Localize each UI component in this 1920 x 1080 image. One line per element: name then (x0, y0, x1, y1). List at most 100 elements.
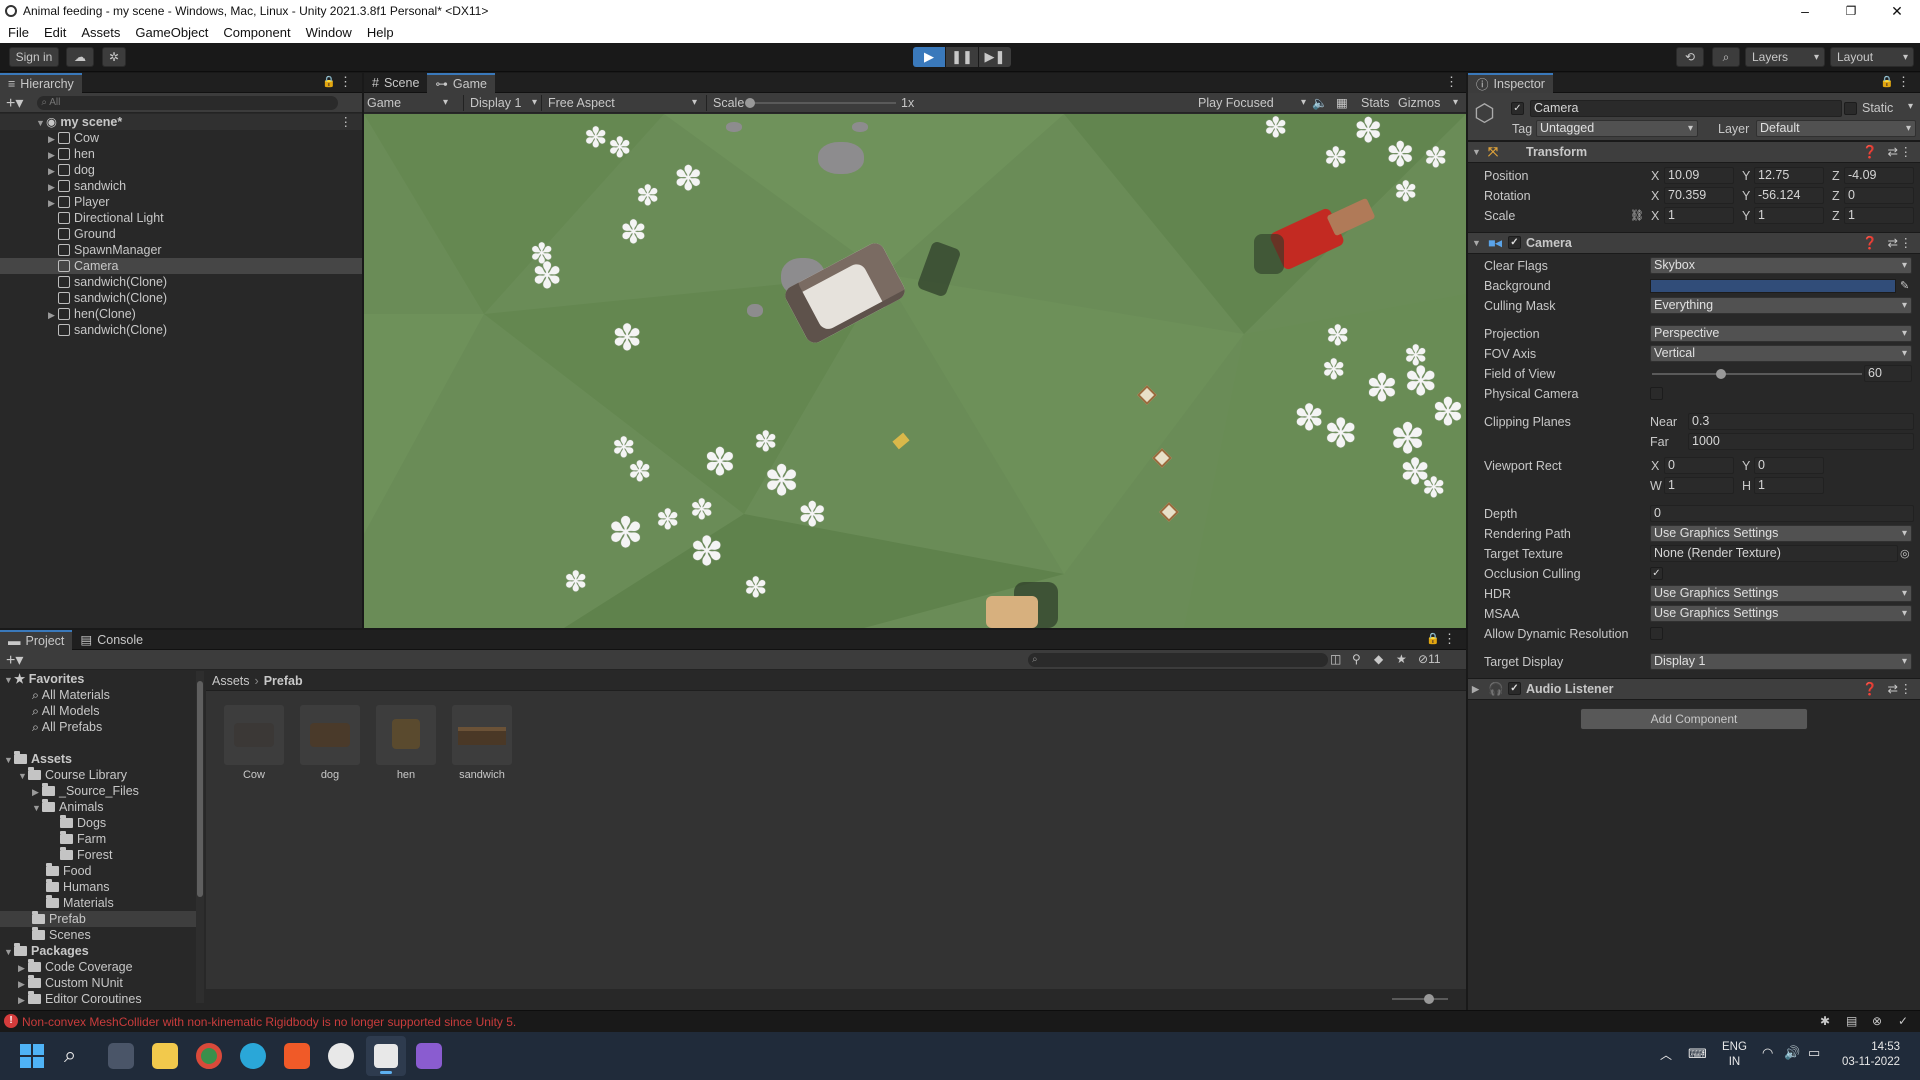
static-checkbox[interactable] (1844, 102, 1857, 115)
fov-axis-dropdown[interactable]: Vertical (1650, 345, 1912, 362)
breadcrumb-assets[interactable]: Assets (212, 674, 250, 688)
occlusion-culling-checkbox[interactable]: ✓ (1650, 567, 1663, 580)
chevron-right-icon[interactable]: ▶ (48, 307, 58, 323)
breadcrumb-prefab[interactable]: Prefab (264, 674, 303, 688)
depth-field[interactable]: 0 (1650, 505, 1914, 522)
scale-x-field[interactable]: 1 (1664, 207, 1734, 224)
game-render-view[interactable]: ✽ ✽ ✽ ✽ ✽ ✽ ✽ ✽ ✽ ✽ ✽ ✽ ✽ ✽ ✽ ✽ ✽ ✽ ✽ ✽ … (364, 114, 1466, 628)
more-icon[interactable]: ⋮ (1445, 74, 1458, 90)
folder-row[interactable]: Farm (0, 831, 196, 847)
background-color-swatch[interactable] (1650, 279, 1896, 293)
windows-start-icon[interactable] (20, 1044, 44, 1068)
unity-hub-icon[interactable] (328, 1043, 354, 1069)
far-field[interactable]: 1000 (1688, 433, 1914, 450)
asset-tile[interactable]: sandwich (452, 705, 512, 781)
scene-row[interactable]: ▼◉ my scene* ⋮ (0, 114, 362, 130)
chevron-right-icon[interactable]: ▶ (48, 179, 58, 195)
position-y-field[interactable]: 12.75 (1754, 167, 1824, 184)
hierarchy-item[interactable]: SpawnManager (0, 242, 362, 258)
position-x-field[interactable]: 10.09 (1664, 167, 1734, 184)
rotation-z-field[interactable]: 0 (1844, 187, 1914, 204)
label-icon[interactable]: ◆ (1374, 652, 1383, 666)
packages-root[interactable]: ▼ Packages (0, 943, 196, 959)
menu-help[interactable]: Help (367, 25, 394, 40)
preset-icon[interactable]: ⇄ (1888, 679, 1898, 699)
help-icon[interactable]: ❓ (1862, 233, 1878, 253)
folder-row[interactable]: Materials (0, 895, 196, 911)
unity-editor-taskbar-button[interactable] (366, 1036, 406, 1076)
chevron-down-icon[interactable]: ▼ (36, 115, 46, 131)
hierarchy-item[interactable]: ▶ Cow (0, 130, 362, 146)
edge-icon[interactable] (240, 1043, 266, 1069)
keyboard-icon[interactable]: ▦ (1336, 95, 1348, 111)
zoom-slider-handle[interactable] (1424, 994, 1434, 1004)
hierarchy-item[interactable]: sandwich(Clone) (0, 290, 362, 306)
menu-assets[interactable]: Assets (81, 25, 120, 40)
chevron-right-icon[interactable]: ▶ (48, 163, 58, 179)
chevron-right-icon[interactable]: ▶ (48, 131, 58, 147)
step-button[interactable]: ▶❚ (979, 47, 1011, 67)
chevron-right-icon[interactable]: ▶ (48, 195, 58, 211)
tag-dropdown[interactable]: Untagged (1536, 120, 1698, 137)
mute-icon[interactable]: 🔈 (1312, 95, 1328, 111)
folder-row[interactable]: Food (0, 863, 196, 879)
object-picker-icon[interactable]: ◎ (1900, 544, 1910, 564)
folder-row[interactable]: Scenes (0, 927, 196, 943)
more-icon[interactable]: ⋮ (340, 114, 353, 130)
package-row[interactable]: ▶ Custom NUnit (0, 975, 196, 991)
folder-row[interactable]: ▼ Animals (0, 799, 196, 815)
visual-studio-icon[interactable] (416, 1043, 442, 1069)
file-explorer-icon[interactable] (152, 1043, 178, 1069)
culling-mask-dropdown[interactable]: Everything (1650, 297, 1912, 314)
fov-slider-track[interactable] (1652, 373, 1862, 375)
more-icon[interactable]: ⋮ (1443, 631, 1456, 647)
layer-dropdown[interactable]: Default (1756, 120, 1916, 137)
folder-row[interactable]: Humans (0, 879, 196, 895)
asset-tile[interactable]: dog (300, 705, 360, 781)
history-icon[interactable]: ⟲ (1676, 47, 1704, 67)
close-button[interactable]: ✕ (1874, 3, 1920, 20)
tab-project[interactable]: ▬ Project (0, 629, 73, 650)
menu-file[interactable]: File (8, 25, 29, 40)
filter-icon[interactable]: ⚲ (1352, 652, 1361, 666)
search-by-type-icon[interactable]: ◫ (1330, 652, 1341, 666)
status-error-text[interactable]: Non-convex MeshCollider with non-kinemat… (22, 1015, 516, 1029)
debug-icon[interactable]: ✱ (1820, 1014, 1830, 1028)
progress-icon[interactable]: ⊗ (1872, 1014, 1882, 1028)
scale-slider-handle[interactable] (745, 98, 755, 108)
search-icon[interactable]: ⌕ (64, 1042, 76, 1068)
help-icon[interactable]: ❓ (1862, 142, 1878, 162)
add-icon[interactable]: +▾ (6, 650, 23, 670)
scale-z-field[interactable]: 1 (1844, 207, 1914, 224)
hidden-packages-icon[interactable]: ⊘11 (1418, 652, 1441, 666)
lock-icon[interactable]: 🔒 (1426, 632, 1440, 645)
favorites-row[interactable]: ▼★ Favorites (0, 671, 196, 687)
link-icon[interactable]: ⛓ (1630, 206, 1644, 226)
fov-field[interactable]: 60 (1864, 365, 1912, 382)
menu-component[interactable]: Component (223, 25, 290, 40)
viewport-h-field[interactable]: 1 (1754, 477, 1824, 494)
layout-dropdown[interactable]: Layout ▾ (1830, 47, 1914, 67)
folder-row[interactable]: ▼ Course Library (0, 767, 196, 783)
target-texture-field[interactable]: None (Render Texture) (1650, 545, 1898, 562)
tab-game[interactable]: ⊶ Game (427, 72, 495, 93)
language-indicator[interactable]: ENG IN (1722, 1040, 1747, 1070)
more-icon[interactable]: ⋮ (1900, 679, 1913, 699)
hierarchy-item[interactable]: ▶ hen(Clone) (0, 306, 362, 322)
tree-scrollbar[interactable] (196, 671, 204, 1003)
object-name-field[interactable]: Camera (1530, 100, 1842, 117)
zoom-slider-track[interactable] (1392, 998, 1448, 1000)
more-icon[interactable]: ⋮ (1900, 233, 1913, 253)
menu-edit[interactable]: Edit (44, 25, 66, 40)
viewport-x-field[interactable]: 0 (1664, 457, 1734, 474)
assets-root[interactable]: ▼ Assets (0, 751, 196, 767)
chevron-down-icon[interactable]: ▾ (1908, 101, 1913, 112)
tab-inspector[interactable]: ⓘ Inspector (1468, 72, 1553, 93)
package-row[interactable]: ▶ Editor Coroutines (0, 991, 196, 1007)
play-focused-dropdown[interactable]: Play Focused ▾ (1198, 95, 1308, 111)
battery-icon[interactable]: ▭ (1808, 1045, 1820, 1061)
preset-icon[interactable]: ⇄ (1888, 142, 1898, 162)
rendering-path-dropdown[interactable]: Use Graphics Settings (1650, 525, 1912, 542)
active-checkbox[interactable]: ✓ (1511, 102, 1524, 115)
viewport-w-field[interactable]: 1 (1664, 477, 1734, 494)
